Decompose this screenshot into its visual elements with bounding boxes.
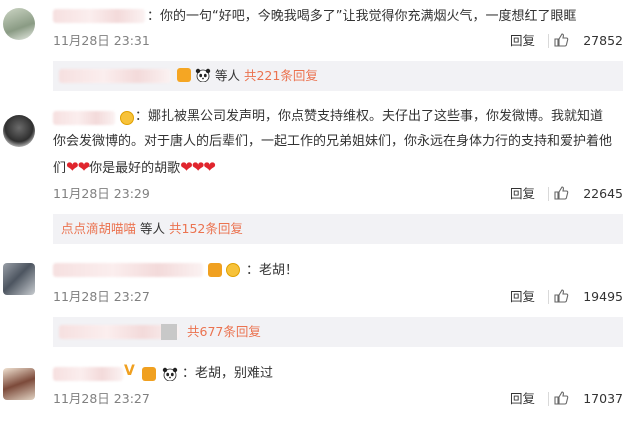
username-blurred[interactable] <box>53 9 145 23</box>
comment-item: V ：老胡，别难过 11月28日 23:27 回复 17037 <box>0 360 633 427</box>
divider <box>548 187 549 201</box>
divider <box>548 392 549 406</box>
comment-time: 11月28日 23:29 <box>53 186 150 201</box>
comment-meta: 11月28日 23:27 回复 17037 <box>53 390 623 408</box>
replies-count-link[interactable]: 共677条回复 <box>187 324 261 339</box>
panda-emoji-icon <box>195 68 211 82</box>
comment-time: 11月28日 23:27 <box>53 289 150 304</box>
replies-count-link[interactable]: 共221条回复 <box>244 68 318 83</box>
thumbs-up-icon <box>554 391 569 405</box>
replies-summary[interactable]: 点点滴胡喵喵 等人 共152条回复 <box>53 214 623 244</box>
replies-suffix: 等人 <box>140 221 166 236</box>
comment-text: ：娜扎被黑公司发声明，你点赞支持维权。夫仔出了这些事，你发微博。我就知道 <box>135 109 604 124</box>
comment-meta: 11月28日 23:27 回复 19495 <box>53 288 623 306</box>
like-button[interactable]: 27852 <box>553 32 623 50</box>
avatar[interactable] <box>3 263 35 295</box>
vip-badge-icon <box>208 263 222 277</box>
thumbs-up-icon <box>554 289 569 303</box>
thumbs-up-icon <box>554 186 569 200</box>
comment-time: 11月28日 23:27 <box>53 391 150 406</box>
like-count: 22645 <box>583 186 623 201</box>
reply-button[interactable]: 回复 <box>510 390 535 408</box>
replier-name[interactable]: 点点滴胡喵喵 <box>61 221 136 236</box>
replier-avatar-blurred <box>161 324 177 340</box>
replies-summary[interactable]: 等人 共221条回复 <box>53 61 623 91</box>
comment-text: ：老胡，别难过 <box>182 366 274 381</box>
comment-text-line: 们❤❤你是最好的胡歌❤❤❤ <box>53 158 216 176</box>
reply-button[interactable]: 回复 <box>510 32 535 50</box>
comment-text: ：老胡！ <box>246 263 299 278</box>
thumbs-up-icon <box>554 33 569 47</box>
like-button[interactable]: 19495 <box>553 288 623 306</box>
heart-emoji-icon: ❤❤❤ <box>180 158 216 176</box>
comment-item: ：你的一句“好吧，今晚我喝多了”让我觉得你充满烟火气，一度想红了眼眶 11月28… <box>0 0 633 95</box>
replier-blurred <box>59 69 171 83</box>
comment-text: ：你的一句“好吧，今晚我喝多了”让我觉得你充满烟火气，一度想红了眼眶 <box>147 9 577 24</box>
vip-badge-icon: V <box>124 363 135 379</box>
heart-emoji-icon: ❤❤ <box>66 158 90 176</box>
comment-time: 11月28日 23:31 <box>53 33 150 48</box>
fan-badge-icon <box>142 367 156 381</box>
replies-summary[interactable]: 共677条回复 <box>53 317 623 347</box>
username-blurred[interactable] <box>53 111 115 125</box>
comment-item: ：老胡！ 11月28日 23:27 回复 19495 共677条回复 <box>0 255 633 355</box>
avatar[interactable] <box>3 368 35 400</box>
replies-suffix: 等人 <box>214 68 240 83</box>
avatar[interactable] <box>3 115 35 147</box>
like-count: 27852 <box>583 33 623 48</box>
divider <box>548 34 549 48</box>
fan-badge-icon <box>177 68 191 82</box>
divider <box>548 290 549 304</box>
username-blurred[interactable] <box>53 367 123 381</box>
username-blurred[interactable] <box>53 263 203 277</box>
comment-meta: 11月28日 23:31 回复 27852 <box>53 32 623 50</box>
replies-count-link[interactable]: 共152条回复 <box>169 221 243 236</box>
comment-item: ：娜扎被黑公司发声明，你点赞支持维权。夫仔出了这些事，你发微博。我就知道 你会发… <box>0 100 633 250</box>
like-button[interactable]: 17037 <box>553 390 623 408</box>
vip-badge-icon <box>120 111 134 125</box>
reply-button[interactable]: 回复 <box>510 288 535 306</box>
like-button[interactable]: 22645 <box>553 185 623 203</box>
avatar[interactable] <box>3 8 35 40</box>
like-count: 17037 <box>583 391 623 406</box>
comment-meta: 11月28日 23:29 回复 22645 <box>53 185 623 203</box>
panda-emoji-icon <box>162 367 178 381</box>
like-count: 19495 <box>583 289 623 304</box>
comment-text-line: 你会发微博的。对于唐人的后辈们，一起工作的兄弟姐妹们，你永远在身体力行的支持和爱… <box>53 134 613 149</box>
reply-button[interactable]: 回复 <box>510 185 535 203</box>
fan-badge-icon <box>226 263 240 277</box>
